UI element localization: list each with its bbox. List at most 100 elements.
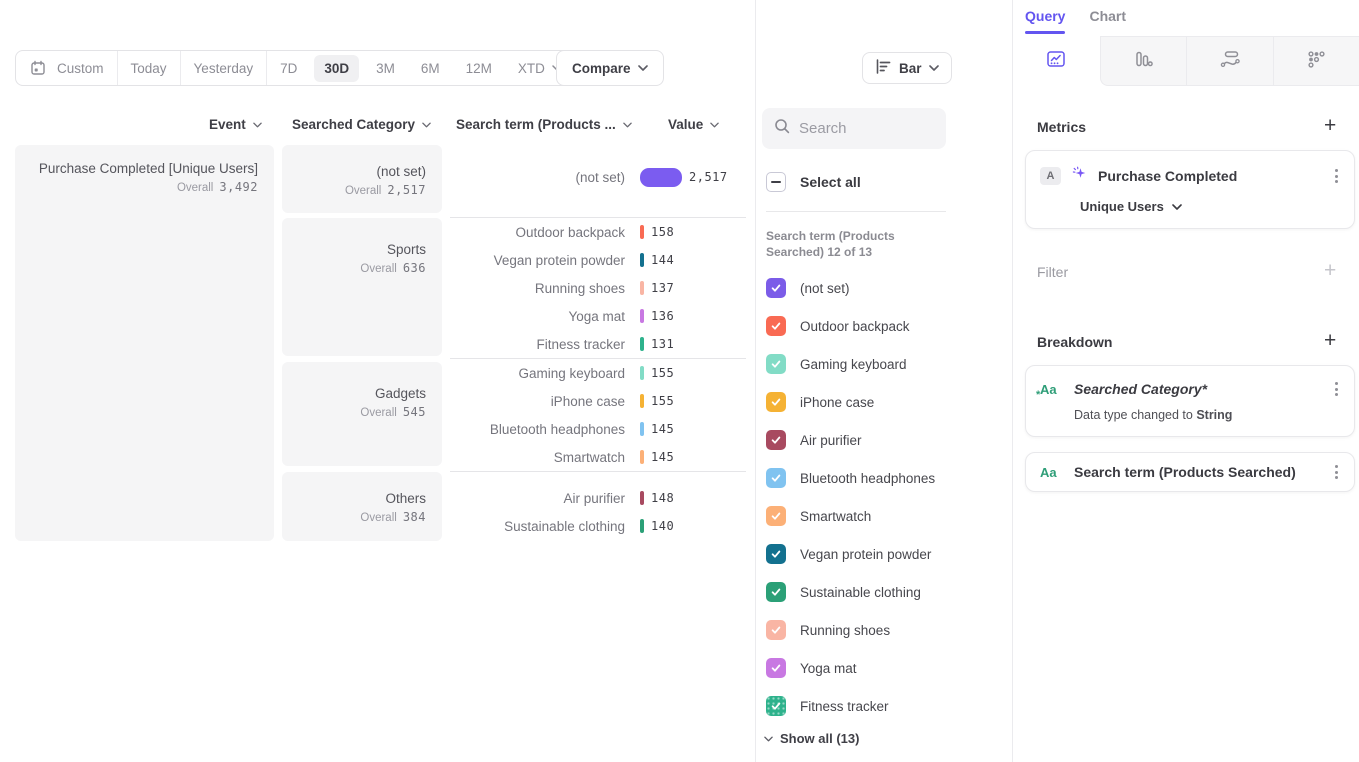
kebab-menu-icon[interactable]: [1333, 380, 1340, 398]
term-row-running-shoes[interactable]: Running shoes137: [450, 274, 746, 302]
chart-tab-retention[interactable]: [1273, 36, 1359, 86]
search-input[interactable]: [799, 120, 929, 137]
overall-label: Overall: [345, 185, 381, 197]
legend-checkbox[interactable]: [766, 354, 786, 374]
term-row-smartwatch[interactable]: Smartwatch 145: [450, 443, 746, 471]
date-range-12m[interactable]: 12M: [453, 51, 505, 85]
term-row-sustainable-clothing[interactable]: Sustainable clothing140: [450, 512, 746, 540]
column-header-label: Searched Category: [292, 117, 415, 132]
category-card-others[interactable]: OthersOverall384: [282, 472, 442, 541]
metric-card[interactable]: A Purchase Completed Unique Users: [1025, 150, 1355, 229]
select-all-row[interactable]: Select all: [766, 172, 861, 192]
legend-checkbox[interactable]: [766, 544, 786, 564]
category-name: Gadgets: [375, 384, 426, 403]
legend-checkbox[interactable]: [766, 696, 786, 716]
tab-chart[interactable]: Chart: [1089, 8, 1126, 32]
legend-item-iphone-case[interactable]: iPhone case: [766, 383, 996, 421]
date-range-30d[interactable]: 30D: [310, 51, 363, 85]
breakdown-card-2[interactable]: AaSearch term (Products Searched): [1025, 452, 1355, 492]
add-metric-button[interactable]: +: [1324, 116, 1336, 136]
legend-checkbox[interactable]: [766, 392, 786, 412]
date-range-label: 6M: [421, 61, 440, 76]
value-number: 155: [651, 366, 674, 380]
chevron-down-icon: [929, 65, 939, 71]
chart-tab-flows[interactable]: [1186, 36, 1273, 86]
legend-checkbox[interactable]: [766, 582, 786, 602]
overall-label: Overall: [177, 182, 213, 194]
aggregation-select[interactable]: Unique Users: [1080, 199, 1340, 214]
bar-chart-icon: [875, 59, 892, 77]
legend-checkbox[interactable]: [766, 468, 786, 488]
legend-checkbox[interactable]: [766, 506, 786, 526]
term-row-bluetooth-headphones[interactable]: Bluetooth headphones145: [450, 415, 746, 443]
date-range-custom[interactable]: Custom: [16, 51, 118, 85]
legend-item-outdoor-backpack[interactable]: Outdoor backpack: [766, 307, 996, 345]
category-card-gadgets[interactable]: GadgetsOverall545: [282, 362, 442, 466]
category-card-sports[interactable]: SportsOverall636: [282, 218, 442, 356]
value-tick: [640, 366, 644, 380]
date-range-today[interactable]: Today: [118, 51, 181, 85]
tab-query[interactable]: Query: [1025, 8, 1065, 32]
overall-value: 3,492: [219, 180, 258, 194]
legend-checkbox[interactable]: [766, 430, 786, 450]
term-value: 2,517: [640, 168, 728, 187]
legend-item-running-shoes[interactable]: Running shoes: [766, 611, 996, 649]
term-label: Vegan protein powder: [450, 253, 640, 268]
chart-tab-funnels[interactable]: [1100, 36, 1187, 86]
event-name: Purchase Completed [Unique Users]: [39, 159, 258, 178]
term-row-vegan-protein-powder[interactable]: Vegan protein powder144: [450, 246, 746, 274]
legend-item-bluetooth-headphones[interactable]: Bluetooth headphones: [766, 459, 996, 497]
term-row-not-set[interactable]: (not set)2,517: [450, 163, 746, 191]
legend-item-smartwatch[interactable]: Smartwatch: [766, 497, 996, 535]
term-row-gaming-keyboard[interactable]: Gaming keyboard155: [450, 359, 746, 387]
breakdown-title: Searched Category*: [1074, 381, 1323, 397]
column-header-search-term[interactable]: Search term (Products ...: [456, 117, 632, 132]
legend-group-label: Search term (Products Searched) 12 of 13: [766, 228, 895, 260]
term-row-air-purifier[interactable]: Air purifier148: [450, 484, 746, 512]
date-range-7d[interactable]: 7D: [267, 51, 310, 85]
legend-item-gaming-keyboard[interactable]: Gaming keyboard: [766, 345, 996, 383]
value-tick: [640, 281, 644, 295]
legend-item-yoga-mat[interactable]: Yoga mat: [766, 649, 996, 687]
chart-tab-insights[interactable]: [1013, 36, 1100, 86]
kebab-menu-icon[interactable]: [1333, 463, 1340, 481]
legend-checkbox[interactable]: [766, 658, 786, 678]
date-range-3m[interactable]: 3M: [363, 51, 408, 85]
column-header-label: Value: [668, 117, 703, 132]
chart-type-select[interactable]: Bar: [862, 52, 952, 84]
select-all-checkbox[interactable]: [766, 172, 786, 192]
value-number: 158: [651, 225, 674, 239]
compare-button[interactable]: Compare: [556, 50, 664, 86]
legend-checkbox[interactable]: [766, 278, 786, 298]
term-label: Fitness tracker: [450, 337, 640, 352]
value-number: 145: [651, 450, 674, 464]
legend-item-label: iPhone case: [800, 395, 874, 410]
legend-item-air-purifier[interactable]: Air purifier: [766, 421, 996, 459]
legend-checkbox[interactable]: [766, 316, 786, 336]
term-label: Smartwatch: [450, 450, 640, 465]
date-range-yesterday[interactable]: Yesterday: [181, 51, 268, 85]
term-row-outdoor-backpack[interactable]: Outdoor backpack158: [450, 218, 746, 246]
search-icon: [774, 118, 790, 139]
legend-item-fitness-tracker[interactable]: Fitness tracker: [766, 687, 996, 725]
legend-checkbox[interactable]: [766, 620, 786, 640]
term-row-fitness-tracker[interactable]: Fitness tracker131: [450, 330, 746, 358]
add-filter-button[interactable]: +: [1324, 261, 1336, 281]
legend-item-not-set[interactable]: (not set): [766, 269, 996, 307]
date-range-6m[interactable]: 6M: [408, 51, 453, 85]
category-card-not-set[interactable]: (not set)Overall2,517: [282, 145, 442, 213]
add-breakdown-button[interactable]: +: [1324, 331, 1336, 351]
breakdown-card-1[interactable]: Aa*Searched Category*Data type changed t…: [1025, 365, 1355, 437]
legend-item-vegan-protein-powder[interactable]: Vegan protein powder: [766, 535, 996, 573]
legend-item-label: (not set): [800, 281, 850, 296]
event-card[interactable]: Purchase Completed [Unique Users] Overal…: [15, 145, 274, 541]
column-header-event[interactable]: Event: [209, 117, 262, 132]
term-row-yoga-mat[interactable]: Yoga mat136: [450, 302, 746, 330]
column-header-searched-category[interactable]: Searched Category: [292, 117, 431, 132]
column-header-value[interactable]: Value: [668, 117, 719, 132]
term-row-iphone-case[interactable]: iPhone case155: [450, 387, 746, 415]
kebab-menu-icon[interactable]: [1333, 167, 1340, 185]
show-all-button[interactable]: Show all (13): [764, 731, 859, 746]
breakdown-title: Search term (Products Searched): [1074, 464, 1323, 480]
legend-item-sustainable-clothing[interactable]: Sustainable clothing: [766, 573, 996, 611]
